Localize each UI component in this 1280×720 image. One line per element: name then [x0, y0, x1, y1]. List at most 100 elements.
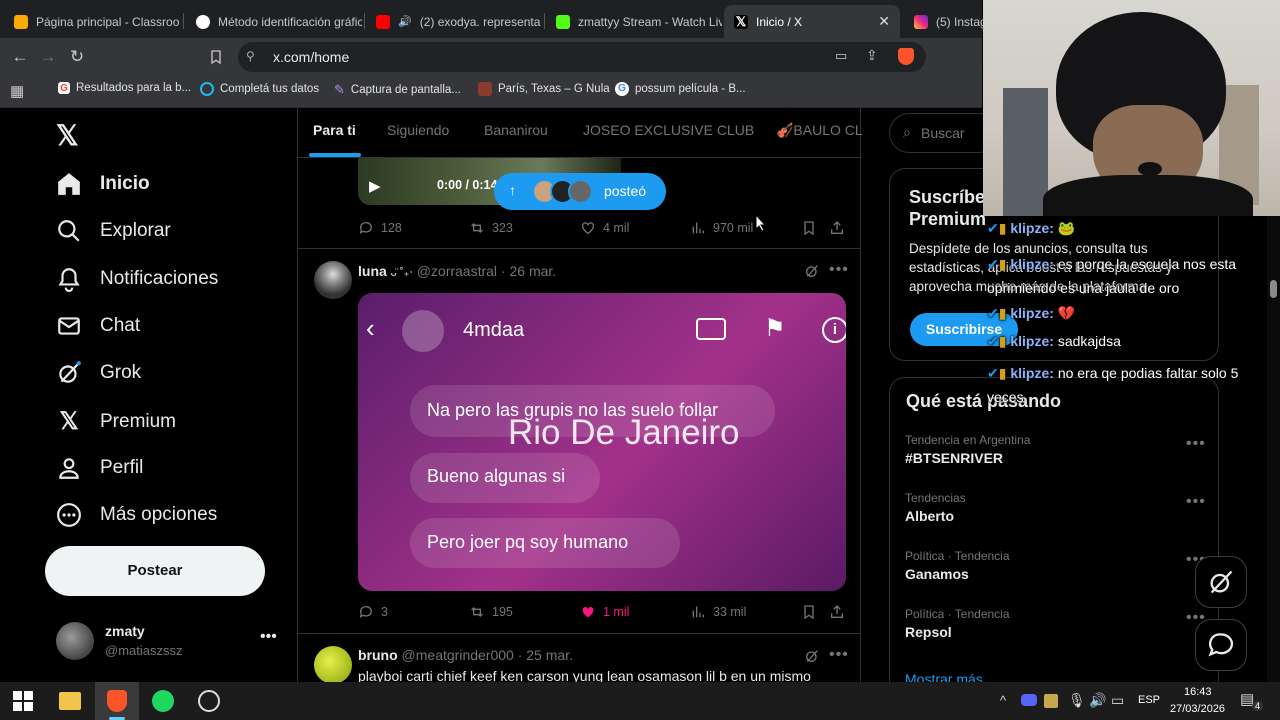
search-icon: ⌕ — [903, 124, 911, 140]
chat-floating-button[interactable] — [1195, 619, 1247, 671]
tab-instagram[interactable]: (5) Instagram — [904, 5, 984, 38]
bookmark-icon[interactable] — [801, 220, 817, 236]
clock-time[interactable]: 16:43 — [1184, 686, 1212, 698]
movie-poster-icon — [478, 82, 492, 96]
more-icon[interactable]: ••• — [829, 646, 849, 664]
file-explorer-icon[interactable] — [59, 692, 81, 710]
webcam-mic — [1138, 162, 1162, 176]
trend-item[interactable]: Política · Tendencia Repsol — [905, 607, 1010, 640]
author-name[interactable]: bruno — [358, 647, 398, 663]
grok-floating-button[interactable] — [1195, 556, 1247, 608]
share-icon[interactable] — [829, 604, 845, 620]
bookmark-item[interactable]: ✎ Captura de pantalla... — [334, 82, 461, 98]
post-button[interactable]: Postear — [45, 546, 265, 596]
nav-notificaciones[interactable]: Notificaciones — [56, 266, 218, 292]
bookmark-page-icon[interactable] — [205, 46, 227, 68]
post-date[interactable]: · 25 mar. — [518, 647, 573, 663]
site-settings-icon[interactable]: ⚲ — [246, 49, 255, 63]
trend-item[interactable]: Tendencia en Argentina #BTSENRIVER — [905, 433, 1030, 466]
chat-message: ✔▮ klipze: es porqe la escuela nos esta … — [987, 256, 1237, 296]
repost-button[interactable]: 323 — [469, 220, 513, 236]
chevron-up-icon[interactable]: ^ — [1000, 693, 1006, 708]
reload-icon[interactable]: ↻ — [66, 46, 88, 68]
search-icon — [58, 220, 80, 242]
author-handle[interactable]: @zorraastral — [417, 263, 497, 279]
more-icon[interactable]: ••• — [1186, 493, 1206, 511]
nav-inicio[interactable]: Inicio — [56, 171, 150, 197]
search-placeholder: Buscar — [921, 125, 965, 141]
repost-button[interactable]: 195 — [469, 604, 513, 620]
clock-date[interactable]: 27/03/2026 — [1170, 703, 1225, 715]
like-button[interactable]: 4 mil — [580, 220, 629, 236]
x-logo-icon[interactable]: 𝕏 — [56, 119, 79, 152]
network-icon[interactable]: ▭ — [1111, 692, 1124, 709]
more-icon[interactable]: ••• — [260, 628, 277, 646]
more-icon[interactable]: ••• — [1186, 435, 1206, 453]
reply-button[interactable]: 128 — [358, 220, 402, 236]
chat-text: sadkajdsa — [1057, 333, 1121, 349]
tab-youtube[interactable]: 🔊 (2) exodya. representa — [366, 5, 542, 38]
bookmark-icon[interactable] — [801, 604, 817, 620]
tab-x-home[interactable]: 𝕏 Inicio / X ✕ — [724, 5, 900, 38]
nav-mas-opciones[interactable]: Más opciones — [56, 502, 217, 528]
new-posts-pill[interactable]: ↑ posteó — [494, 173, 666, 210]
tab-bananirou[interactable]: Bananirou — [484, 122, 548, 138]
volume-icon[interactable]: 🔊 — [1089, 692, 1106, 709]
trend-item[interactable]: Política · Tendencia Ganamos — [905, 549, 1010, 582]
microphone-icon[interactable]: 🎙 — [1068, 692, 1086, 709]
apps-grid-icon[interactable]: ▦ — [10, 82, 24, 100]
nav-explorar[interactable]: Explorar — [56, 218, 171, 244]
close-tab-icon[interactable]: ✕ — [878, 13, 890, 30]
bookmark-item[interactable]: Completá tus datos — [200, 82, 319, 96]
trend-item[interactable]: Tendencias Alberto — [905, 491, 966, 524]
account-switcher[interactable]: zmaty @matiaszssz ••• — [56, 620, 296, 664]
bookmark-item[interactable]: G possum película - B... — [615, 82, 746, 96]
chat-message: ✔▮ klipze: sadkajdsa — [987, 333, 1121, 349]
tab-kick[interactable]: zmattyy Stream - Watch Live — [546, 5, 722, 38]
post-image[interactable]: ‹ 4mdaa ⚑ i Na pero las grupis no las su… — [358, 293, 846, 591]
discord-icon[interactable] — [1021, 694, 1037, 706]
nav-chat[interactable]: Chat — [56, 313, 140, 339]
forward-icon[interactable]: → — [37, 46, 59, 68]
url-text[interactable]: x.com/home — [273, 49, 349, 65]
bookmark-item[interactable]: G Resultados para la b... — [58, 82, 191, 94]
repost-icon — [471, 223, 483, 233]
address-bar[interactable]: ⚲ x.com/home ▭ ⇪ — [238, 42, 926, 72]
views-button[interactable]: 970 mil — [690, 220, 753, 236]
avatar[interactable] — [314, 261, 352, 299]
trend-name: Ganamos — [905, 566, 969, 582]
tab-siguiendo[interactable]: Siguiendo — [387, 122, 449, 138]
avatar[interactable] — [314, 646, 352, 684]
share-icon[interactable]: ⇪ — [866, 47, 878, 64]
tab-joseo[interactable]: JOSEO EXCLUSIVE CLUB — [583, 122, 754, 138]
cast-icon[interactable]: ▭ — [835, 48, 847, 64]
grok-icon[interactable] — [804, 648, 820, 664]
more-icon[interactable]: ••• — [829, 261, 849, 279]
language-indicator[interactable]: ESP — [1138, 694, 1160, 706]
reply-button[interactable]: 3 — [358, 604, 388, 620]
tab-para-ti[interactable]: Para ti — [313, 122, 356, 138]
taskbar-active-app[interactable] — [95, 682, 139, 720]
tray-app-icon[interactable] — [1044, 694, 1058, 708]
nav-perfil[interactable]: Perfil — [56, 455, 143, 481]
nav-premium[interactable]: 𝕏 Premium — [56, 407, 176, 436]
post-date[interactable]: · 26 mar. — [501, 263, 556, 279]
nav-grok[interactable]: Grok — [56, 360, 141, 386]
tab-metodo[interactable]: Método identificación gráfica — [186, 5, 362, 38]
brave-shield-icon[interactable] — [898, 48, 914, 65]
author-handle[interactable]: @meatgrinder000 — [402, 647, 514, 663]
windows-start-icon[interactable] — [12, 690, 34, 712]
grok-icon[interactable] — [804, 263, 820, 279]
back-icon[interactable]: ← — [9, 46, 31, 68]
tab-baulo[interactable]: 🎻BAULO CL — [776, 122, 863, 139]
like-button[interactable]: 1 mil — [580, 604, 629, 620]
bookmark-item[interactable]: París, Texas – G Nula — [478, 82, 610, 96]
tab-classroom[interactable]: Página principal - Classroom — [4, 5, 180, 38]
obs-icon[interactable] — [198, 690, 220, 712]
views-button[interactable]: 33 mil — [690, 604, 746, 620]
author-name[interactable]: luna — [358, 263, 387, 279]
share-icon[interactable] — [829, 220, 845, 236]
view-count: 33 mil — [713, 605, 747, 619]
spotify-icon[interactable] — [152, 690, 174, 712]
play-icon[interactable]: ▶ — [369, 177, 381, 195]
